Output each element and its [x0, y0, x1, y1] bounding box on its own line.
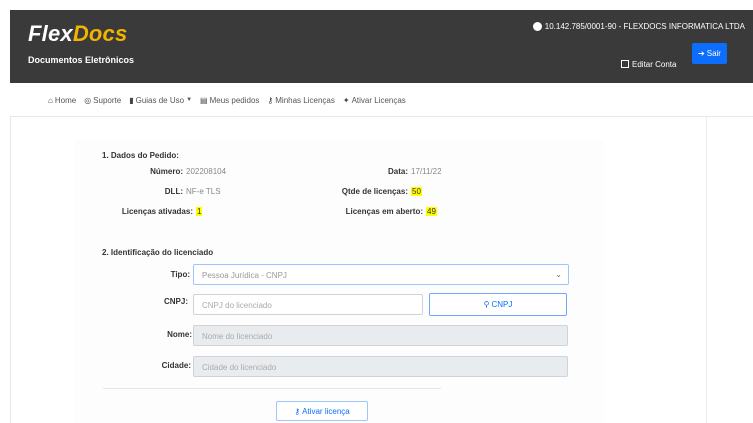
home-icon: ⌂	[48, 95, 53, 105]
licensee-section-title: 2. Identificação do licenciado	[102, 248, 214, 257]
key-icon: ⚷	[294, 406, 301, 416]
cnpj-placeholder: CNPJ do licenciado	[202, 301, 272, 310]
dll-label: DLL:	[164, 187, 183, 196]
logo-flex-text: Flex	[28, 21, 73, 46]
cnpj-lookup-button[interactable]: ⚲ CNPJ	[429, 293, 567, 316]
activated-licenses-label: Licenças ativadas:	[121, 207, 193, 216]
logout-label: Sair	[706, 49, 721, 58]
license-qty-label: Qtde de licenças:	[341, 187, 408, 196]
nav-activate[interactable]: ✦ Ativar Licenças	[343, 96, 406, 105]
city-label: Cidade:	[161, 361, 191, 370]
logo-docs-text: Docs	[72, 21, 128, 46]
order-date-value: 17/11/22	[411, 167, 442, 176]
nav-support-label: Suporte	[93, 95, 122, 105]
company-name: 10.142.785/0001-90 - FLEXDOCS INFORMATIC…	[544, 22, 745, 31]
nav-licenses-label: Minhas Licenças	[275, 95, 335, 105]
license-qty-value: 50	[411, 187, 422, 196]
activated-licenses-value: 1	[196, 207, 203, 216]
type-label: Tipo:	[170, 270, 190, 279]
order-section-title: 1. Dados do Pedido:	[102, 151, 179, 160]
nav-guides[interactable]: ▮ Guias de Uso ▼	[129, 96, 192, 105]
order-number-value: 202208104	[186, 167, 227, 176]
cnpj-input[interactable]: CNPJ do licenciado	[193, 294, 423, 315]
activate-license-button[interactable]: ⚷ Ativar licença	[276, 401, 368, 421]
app-header: FlexDocs Documentos Eletrônicos 10.142.7…	[10, 10, 753, 83]
company-info: 10.142.785/0001-90 - FLEXDOCS INFORMATIC…	[532, 22, 745, 31]
panel-left-border	[10, 117, 16, 423]
chevron-down-icon: ▼	[186, 97, 193, 103]
flexdocs-logo[interactable]: FlexDocs	[28, 21, 127, 47]
open-licenses-value: 49	[426, 207, 437, 216]
logout-icon: ➔	[698, 49, 705, 58]
nav-home-label: Home	[54, 95, 77, 105]
type-selected-value: Pessoa Jurídica - CNPJ	[202, 271, 287, 280]
name-label: Nome:	[167, 330, 192, 339]
name-input[interactable]: Nome do licenciado	[193, 325, 568, 346]
tagline: Documentos Eletrônicos	[28, 55, 135, 65]
book-icon: ▮	[129, 95, 134, 105]
user-icon	[532, 22, 542, 31]
nav-support[interactable]: ◎ Suporte	[84, 96, 121, 105]
edit-account-label: Editar Conta	[632, 59, 677, 69]
type-select[interactable]: Pessoa Jurídica - CNPJ ⌄	[193, 264, 569, 285]
activate-license-label: Ativar licença	[302, 406, 350, 416]
key-icon: ⚷	[267, 95, 274, 105]
cnpj-button-label: CNPJ	[491, 300, 513, 309]
nav-orders[interactable]: ▤ Meus pedidos	[200, 96, 259, 105]
order-date-label: Data:	[387, 167, 408, 176]
nav-activate-label: Ativar Licenças	[351, 95, 406, 105]
form-divider	[103, 388, 441, 389]
cnpj-label: CNPJ:	[163, 297, 188, 306]
city-placeholder: Cidade do licenciado	[202, 363, 277, 372]
main-nav: ⌂ Home ◎ Suporte ▮ Guias de Uso ▼ ▤ Meus…	[10, 92, 753, 108]
support-icon: ◎	[84, 95, 92, 105]
bolt-icon: ✦	[342, 95, 350, 105]
city-input[interactable]: Cidade do licenciado	[193, 356, 568, 377]
panel-right-border	[706, 117, 707, 423]
logout-button[interactable]: ➔ Sair	[692, 43, 727, 64]
open-licenses-label: Licenças em aberto:	[345, 207, 423, 216]
chevron-down-icon: ⌄	[555, 270, 562, 279]
nav-divider	[10, 116, 753, 117]
open-licenses-number: 49	[426, 207, 437, 216]
orders-icon: ▤	[200, 95, 208, 105]
order-number-label: Número:	[150, 167, 183, 176]
name-placeholder: Nome do licenciado	[202, 332, 273, 341]
edit-account-button[interactable]: Editar Conta	[621, 56, 676, 72]
nav-home[interactable]: ⌂ Home	[48, 96, 76, 105]
search-icon: ⚲	[483, 300, 490, 309]
nav-licenses[interactable]: ⚷ Minhas Licenças	[267, 96, 334, 105]
dll-value: NF-e TLS	[186, 187, 221, 196]
activated-licenses-number: 1	[196, 207, 203, 216]
license-qty-number: 50	[411, 187, 422, 196]
nav-guides-label: Guias de Uso	[135, 95, 185, 105]
nav-orders-label: Meus pedidos	[209, 95, 260, 105]
edit-icon	[621, 60, 629, 68]
